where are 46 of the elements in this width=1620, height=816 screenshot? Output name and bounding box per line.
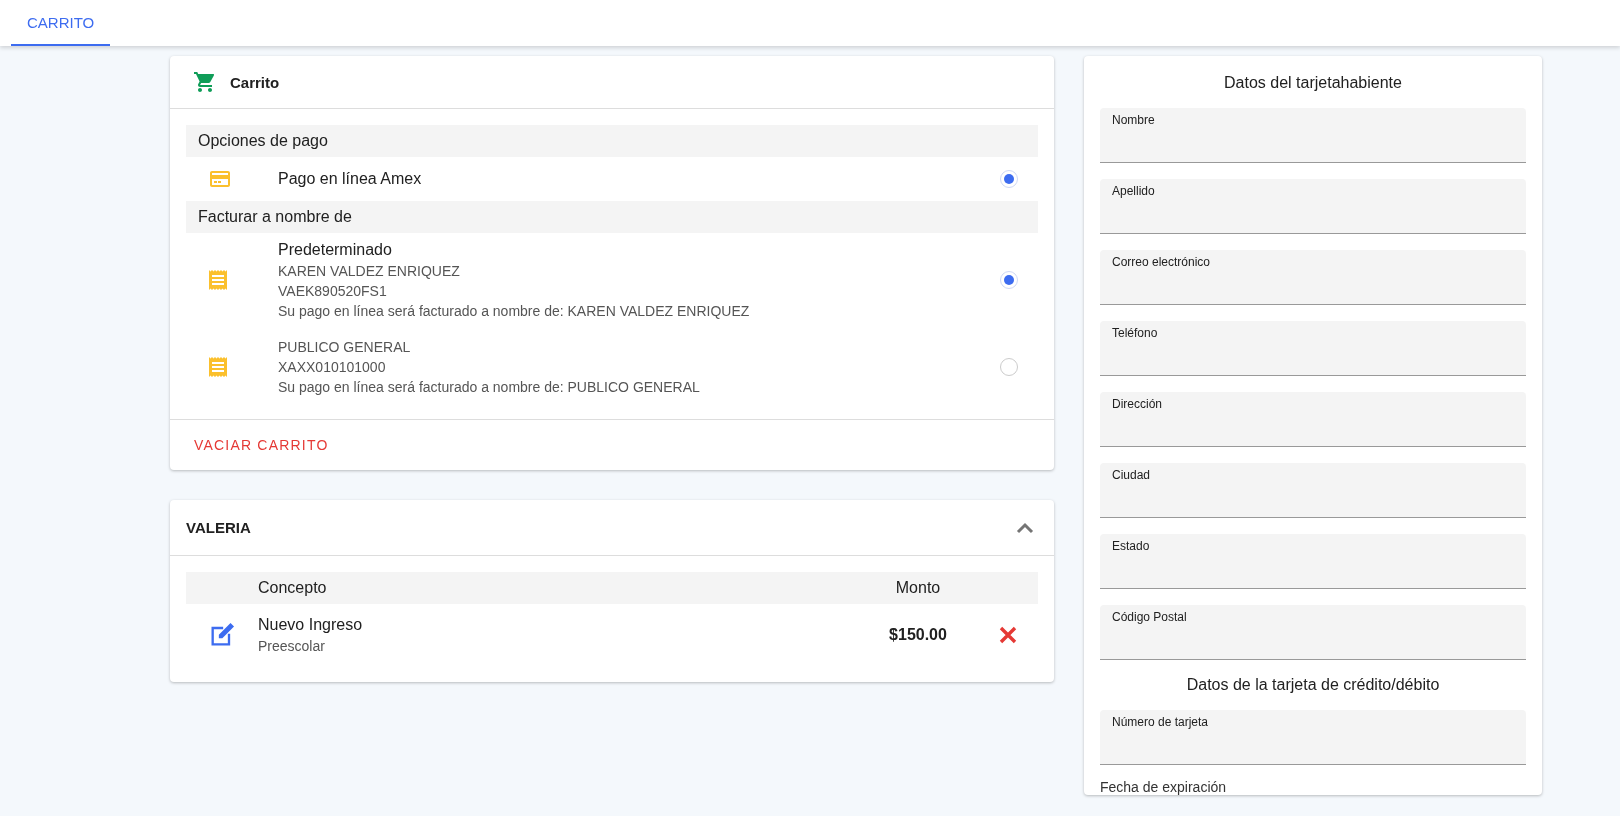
field-label: Código Postal — [1112, 610, 1187, 624]
concept-detail: Preescolar — [258, 638, 326, 654]
receipt-icon — [206, 354, 230, 380]
input-field[interactable]: Apellido — [1100, 179, 1526, 234]
column-header: Monto — [895, 579, 941, 597]
section-header: Facturar a nombre de — [186, 201, 1038, 233]
input-field[interactable]: Estado — [1100, 534, 1526, 589]
option-detail: Su pago en línea será facturado a nombre de: PUBLICO GENERAL — [278, 379, 701, 395]
field-label: Apellido — [1112, 184, 1155, 198]
tab[interactable]: CARRITO — [11, 0, 111, 46]
option-detail: KAREN VALDEZ ENRIQUEZ — [278, 263, 461, 279]
radio-button[interactable] — [1000, 271, 1018, 289]
option-detail: XAXX010101000 — [278, 359, 387, 375]
empty-cart-button[interactable]: VACIAR CARRITO — [186, 431, 337, 459]
radio-button[interactable] — [1000, 358, 1018, 376]
input-field[interactable]: Código Postal — [1100, 605, 1526, 660]
student-name: VALERIA — [186, 519, 251, 536]
field-label: Fecha de expiración — [1100, 779, 1228, 795]
concept-name: Nuevo Ingreso — [258, 616, 364, 634]
field-label: Nombre — [1112, 113, 1155, 127]
option-detail: Su pago en línea será facturado a nombre de: KAREN VALDEZ ENRIQUEZ — [278, 303, 751, 319]
column-header: Concepto — [258, 579, 327, 597]
form-title: Datos del tarjetahabiente — [1223, 74, 1403, 92]
radio-button[interactable] — [1000, 170, 1018, 188]
delete-icon — [998, 625, 1018, 645]
receipt-icon — [206, 267, 230, 293]
form-title: Datos de la tarjeta de crédito/débito — [1185, 676, 1441, 694]
section-header: Opciones de pago — [186, 125, 1038, 157]
field-label: Teléfono — [1112, 326, 1158, 340]
option-detail: VAEK890520FS1 — [278, 283, 388, 299]
input-field[interactable]: Dirección — [1100, 392, 1526, 447]
option-detail: PUBLICO GENERAL — [278, 339, 412, 355]
field-label: Correo electrónico — [1112, 255, 1211, 269]
option-label: Pago en línea Amex — [278, 170, 423, 188]
field-label: Dirección — [1112, 397, 1162, 411]
input-field[interactable]: Número de tarjeta — [1100, 710, 1526, 765]
option-title: Predeterminado — [278, 241, 393, 259]
input-field[interactable]: Correo electrónico — [1100, 250, 1526, 305]
input-field[interactable]: Teléfono — [1100, 321, 1526, 376]
input-field[interactable]: Ciudad — [1100, 463, 1526, 518]
input-field[interactable]: Nombre — [1100, 108, 1526, 163]
field-label: Estado — [1112, 539, 1150, 553]
field-label: Ciudad — [1112, 468, 1151, 482]
card-title: Carrito — [230, 73, 280, 91]
amount: $150.00 — [889, 626, 947, 644]
field-label: Número de tarjeta — [1112, 715, 1209, 729]
